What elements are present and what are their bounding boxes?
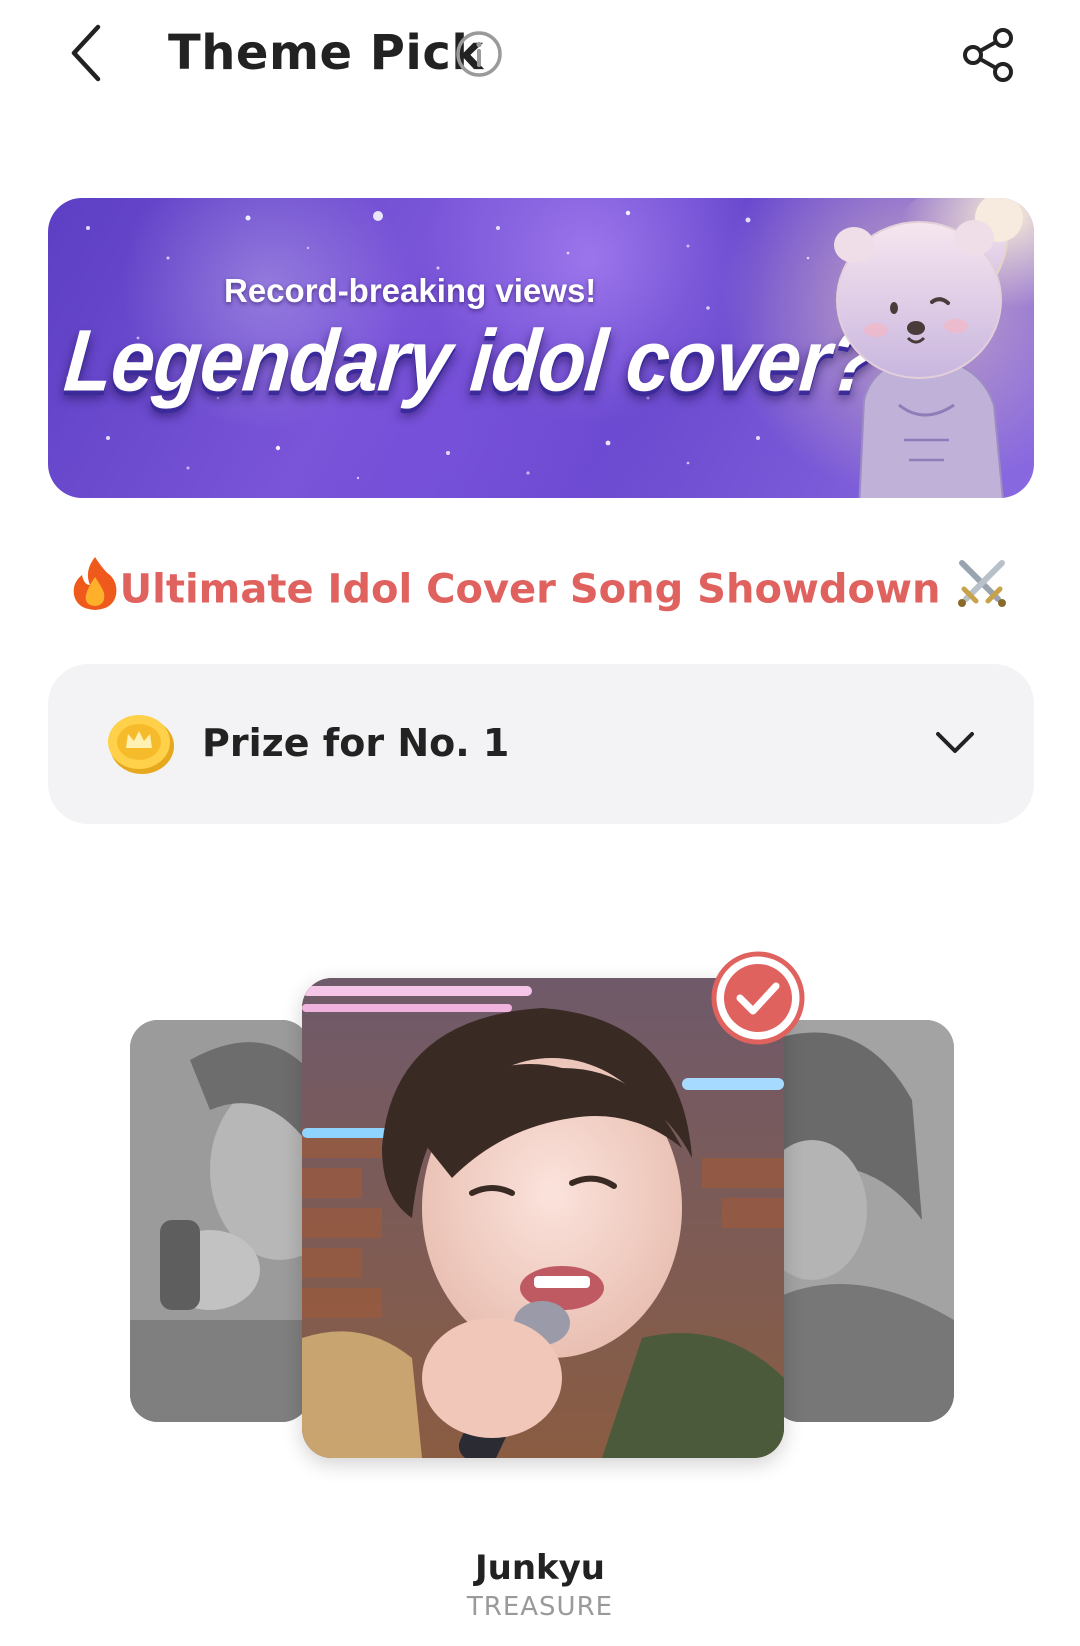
share-icon <box>963 28 1013 82</box>
selected-check-icon[interactable] <box>710 950 806 1046</box>
top-bar: Theme Pick <box>0 0 1080 110</box>
candidate-carousel[interactable] <box>0 950 1080 1470</box>
event-banner[interactable]: Record-breaking views! Legendary idol co… <box>48 198 1034 498</box>
prize-label: Prize for No. 1 <box>202 721 510 765</box>
fire-icon <box>70 555 120 628</box>
bear-mascot-icon <box>834 198 1034 498</box>
singer-photo-placeholder <box>130 1020 310 1422</box>
back-button[interactable] <box>56 18 116 88</box>
theme-pick-screen: Theme Pick Record-breaking views! Legend… <box>0 0 1080 1646</box>
banner-subtitle: Record-breaking views! <box>224 272 597 309</box>
share-button[interactable] <box>958 24 1020 86</box>
theme-heading: Ultimate Idol Cover Song Showdown <box>0 555 1080 628</box>
candidate-card-next[interactable] <box>772 1020 954 1422</box>
page-title: Theme Pick <box>168 25 484 81</box>
banner-title: Legendary idol cover? <box>60 311 882 410</box>
chevron-left-icon <box>71 24 101 82</box>
gold-crown-coin-icon <box>108 715 174 774</box>
chevron-down-icon[interactable] <box>932 720 978 766</box>
candidate-card-previous[interactable] <box>130 1020 310 1422</box>
crossed-swords-icon <box>954 555 1010 628</box>
info-button[interactable] <box>455 30 503 78</box>
candidate-name: Junkyu <box>474 1548 606 1588</box>
prize-accordion[interactable]: Prize for No. 1 <box>48 664 1034 824</box>
info-icon <box>456 31 502 77</box>
candidate-group: TREASURE <box>466 1592 614 1622</box>
candidate-card-current[interactable] <box>302 978 784 1458</box>
singer-photo-placeholder <box>772 1020 954 1422</box>
theme-heading-text: Ultimate Idol Cover Song Showdown <box>119 566 941 613</box>
candidate-photo <box>302 978 784 1458</box>
